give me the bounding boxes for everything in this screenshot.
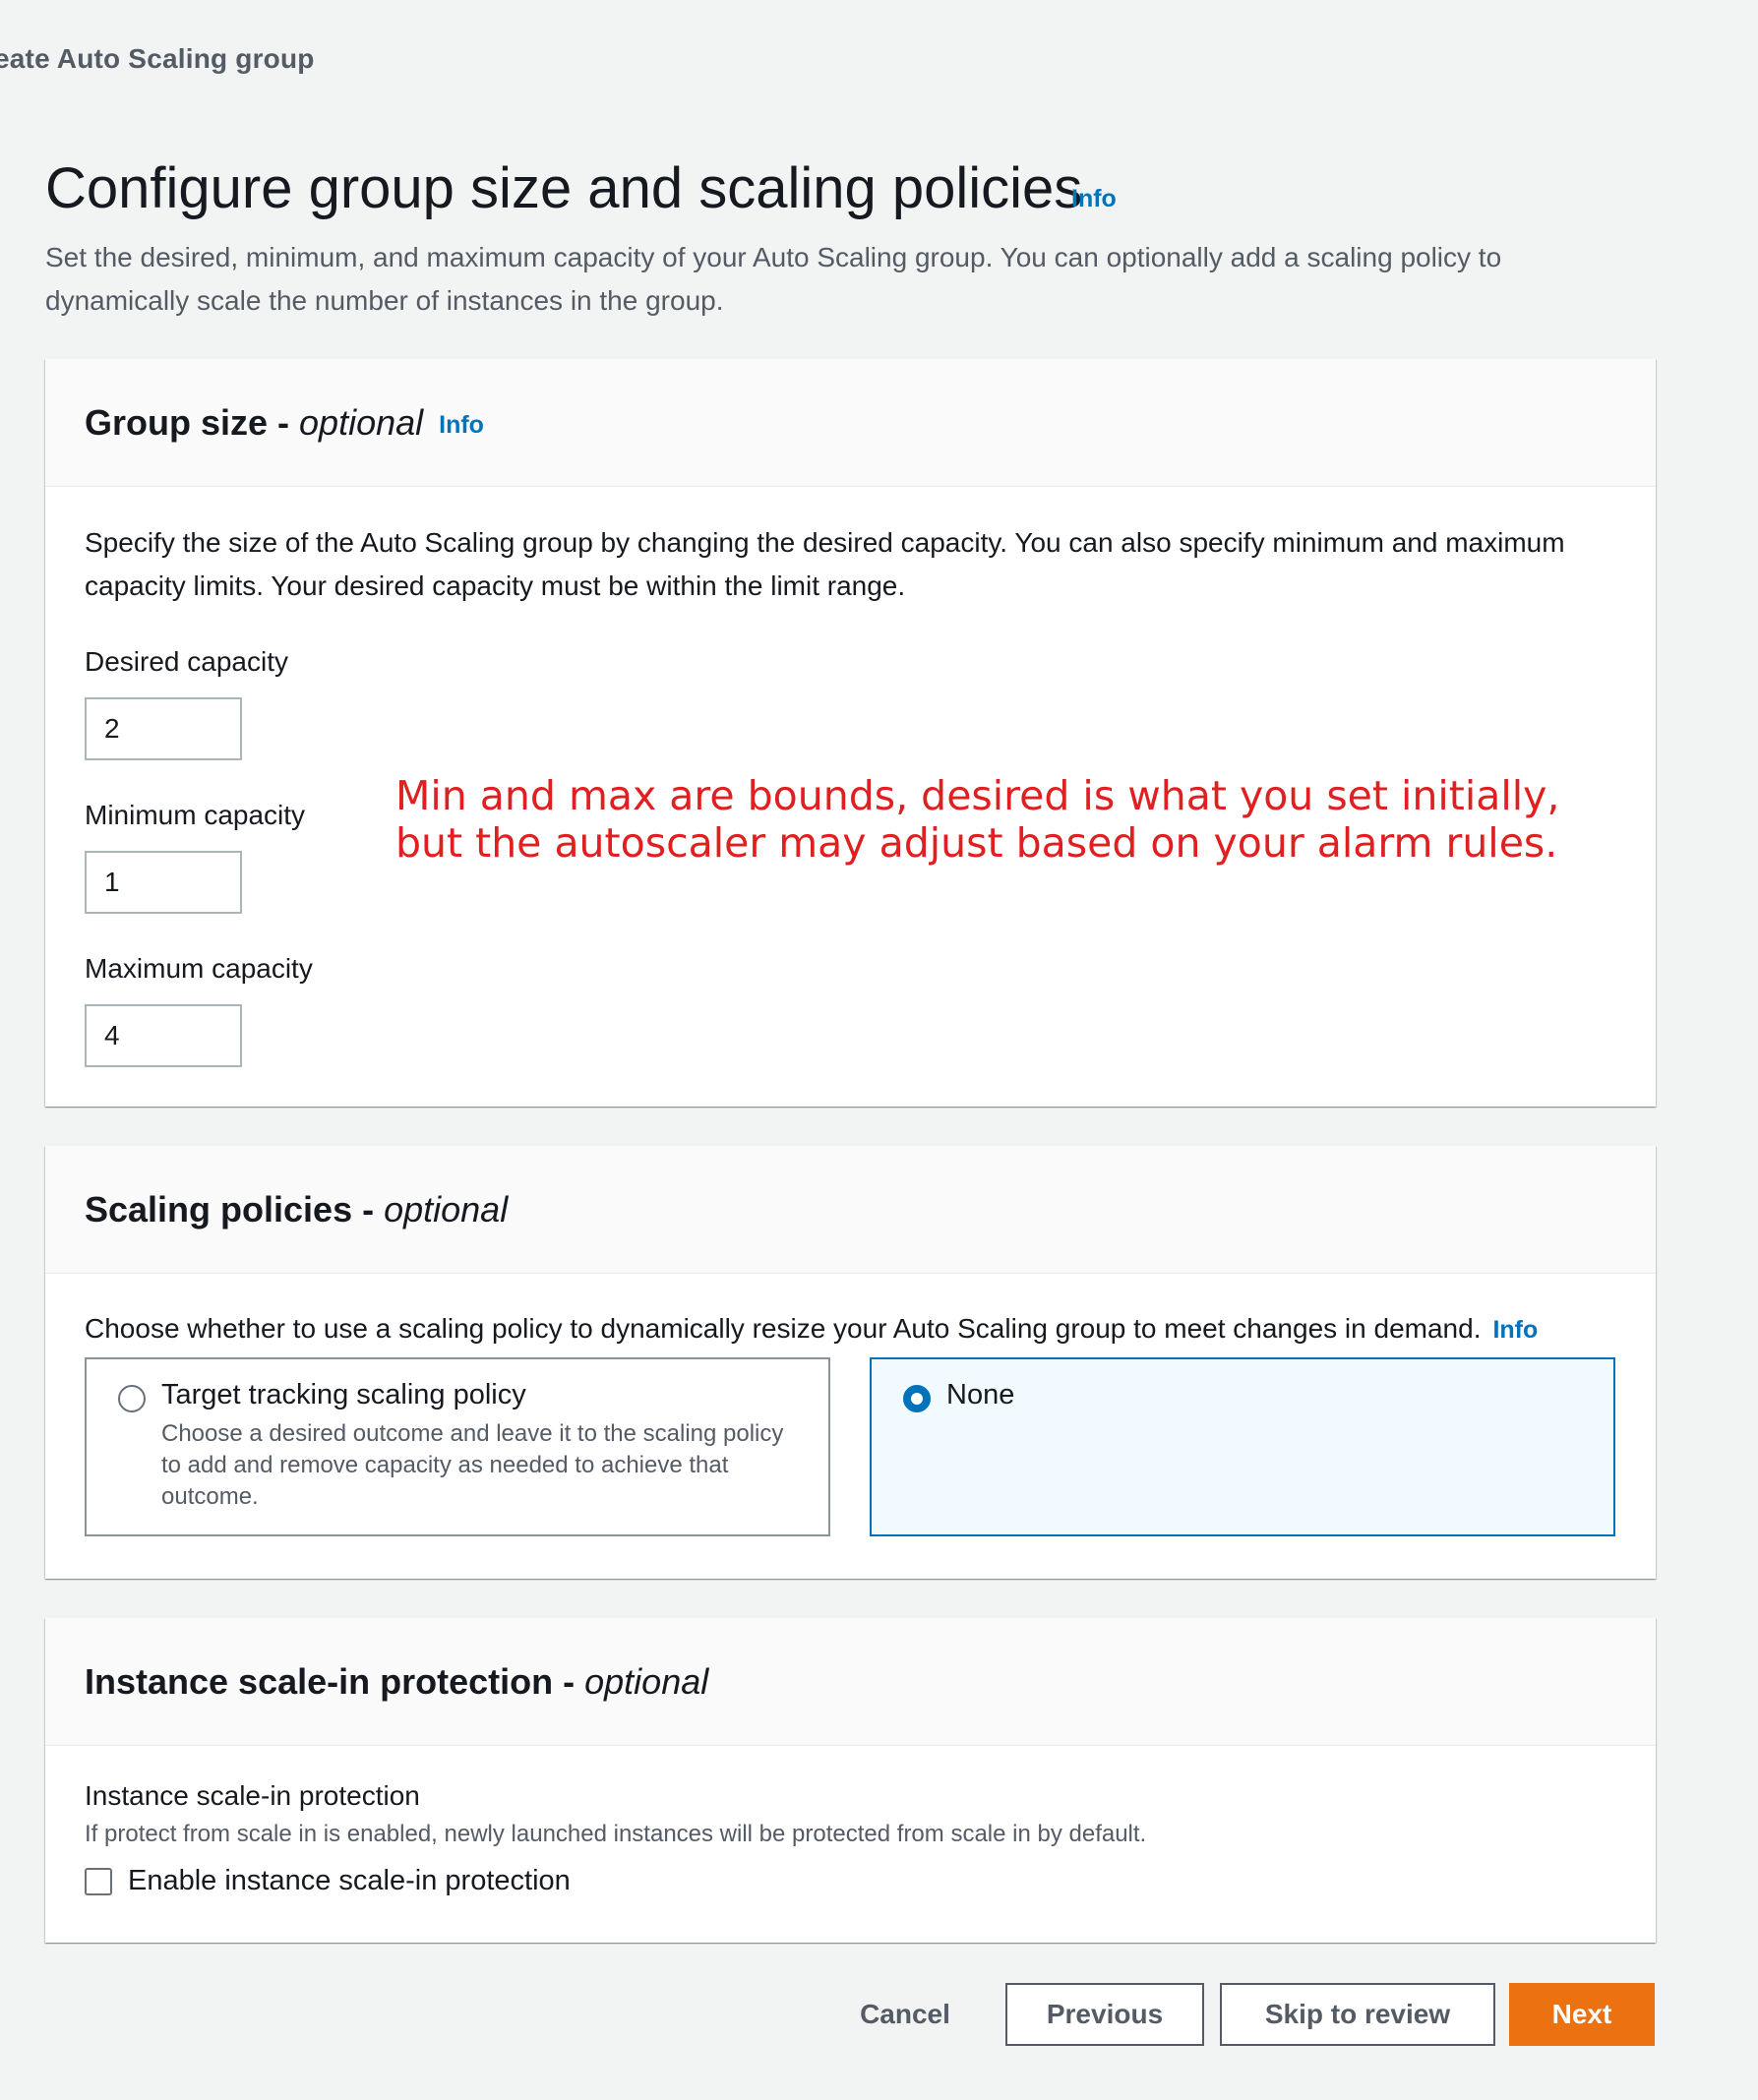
page-title-info-link[interactable]: Info (1071, 185, 1117, 213)
none-label: None (946, 1379, 1015, 1410)
group-size-title-text: Group size (85, 401, 269, 443)
previous-button[interactable]: Previous (1005, 1983, 1204, 2046)
scale-in-protection-label: Instance scale-in protection (85, 1780, 420, 1811)
scale-in-title-separator: - (553, 1660, 585, 1702)
scaling-policies-title-text: Scaling policies (85, 1188, 353, 1230)
maximum-capacity-input[interactable] (85, 1004, 242, 1067)
annotation-line-1: Min and max are bounds, desired is what … (395, 772, 1560, 819)
maximum-capacity-label: Maximum capacity (85, 953, 313, 984)
scaling-policies-info-link[interactable]: Info (1492, 1316, 1538, 1344)
desired-capacity-input[interactable] (85, 697, 242, 760)
none-radio[interactable] (903, 1385, 931, 1412)
scale-in-protection-container: Instance scale-in protection - optional … (45, 1618, 1656, 1943)
group-size-header: Group size - optional Info (45, 359, 1656, 487)
skip-to-review-button[interactable]: Skip to review (1220, 1983, 1495, 2046)
scale-in-protection-title: Instance scale-in protection - optional (85, 1661, 708, 1703)
target-tracking-label: Target tracking scaling policy (161, 1379, 526, 1410)
breadcrumb[interactable]: eate Auto Scaling group (0, 43, 315, 75)
target-tracking-radio[interactable] (118, 1385, 146, 1412)
scaling-policies-optional-text: optional (384, 1188, 509, 1230)
scale-in-protection-description: If protect from scale in is enabled, new… (85, 1821, 1147, 1847)
enable-scale-in-protection-label[interactable]: Enable instance scale-in protection (128, 1865, 571, 1897)
scaling-policies-title: Scaling policies - optional (85, 1189, 508, 1230)
page-description: Set the desired, minimum, and maximum ca… (45, 242, 1502, 316)
cancel-button[interactable]: Cancel (846, 1983, 964, 2046)
capacity-annotation: Min and max are bounds, desired is what … (395, 772, 1559, 867)
minimum-capacity-input[interactable] (85, 851, 242, 914)
scale-in-optional-text: optional (584, 1660, 709, 1702)
scaling-policies-container: Scaling policies - optional Choose wheth… (45, 1146, 1656, 1579)
group-size-container: Group size - optional Info Specify the s… (45, 359, 1656, 1107)
group-size-info-link[interactable]: Info (439, 411, 484, 440)
target-tracking-description: Choose a desired outcome and leave it to… (161, 1420, 784, 1510)
minimum-capacity-label: Minimum capacity (85, 800, 306, 830)
tile-none-policy[interactable]: None (870, 1357, 1615, 1536)
group-size-optional-text: optional (299, 401, 424, 443)
group-size-title: Group size - optional (85, 402, 423, 444)
group-size-description: Specify the size of the Auto Scaling gro… (85, 527, 1565, 601)
scale-in-protection-header: Instance scale-in protection - optional (45, 1618, 1656, 1746)
next-button[interactable]: Next (1509, 1983, 1655, 2046)
scaling-policies-title-separator: - (352, 1188, 385, 1230)
tile-target-tracking-policy[interactable]: Target tracking scaling policy Choose a … (85, 1357, 830, 1536)
desired-capacity-label: Desired capacity (85, 646, 288, 677)
scaling-policies-description: Choose whether to use a scaling policy t… (85, 1307, 1619, 1351)
page: eate Auto Scaling group Configure group … (0, 0, 1758, 2100)
enable-scale-in-protection-checkbox[interactable] (85, 1868, 112, 1895)
scale-in-title-text: Instance scale-in protection (85, 1660, 554, 1702)
group-size-title-separator: - (268, 401, 300, 443)
scaling-policies-description-text: Choose whether to use a scaling policy t… (85, 1313, 1482, 1344)
annotation-line-2: but the autoscaler may adjust based on y… (395, 819, 1558, 867)
page-title: Configure group size and scaling policie… (45, 156, 1083, 220)
scaling-policies-header: Scaling policies - optional (45, 1146, 1656, 1274)
